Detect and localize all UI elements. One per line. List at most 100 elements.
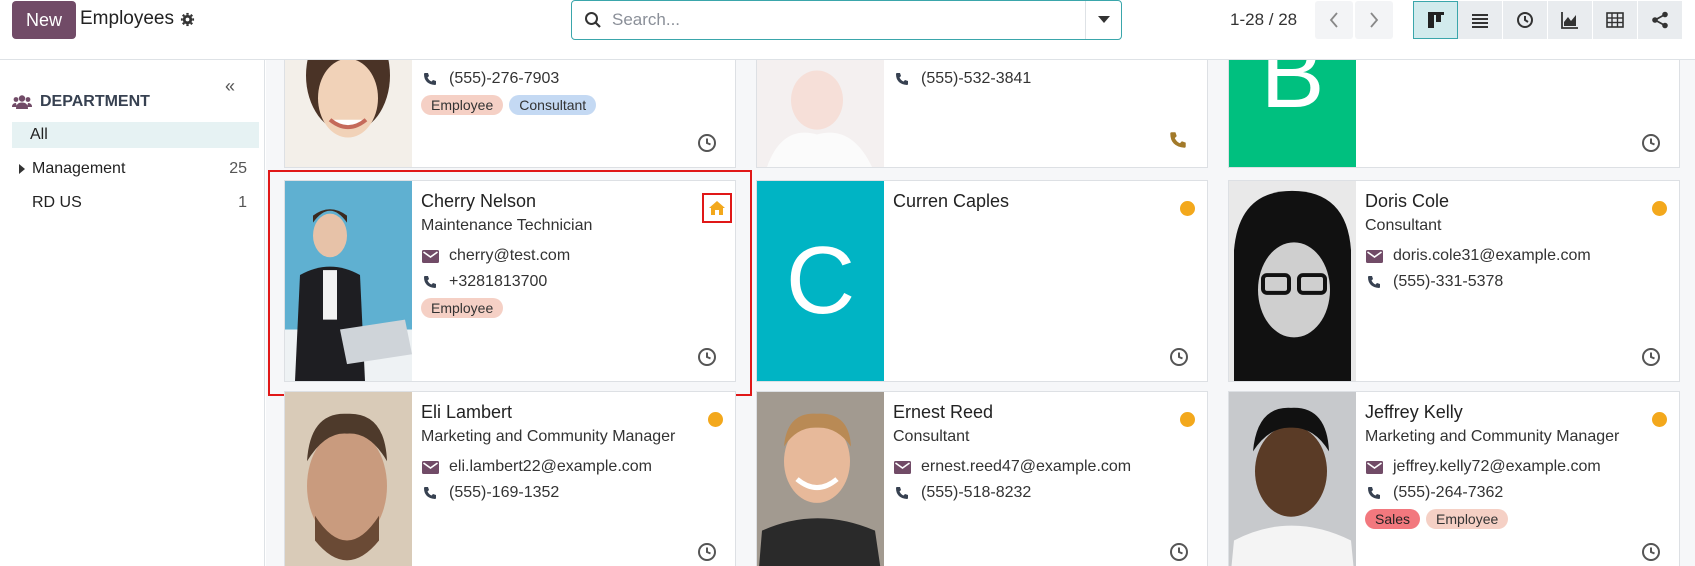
employee-email: doris.cole31@example.com — [1393, 247, 1591, 264]
envelope-icon — [1365, 247, 1383, 265]
activity-clock-icon[interactable] — [1641, 347, 1661, 367]
chevron-left-icon — [1329, 12, 1338, 28]
presence-status-dot — [1180, 412, 1195, 427]
phone-icon — [1365, 484, 1383, 502]
employee-phone: (555)-532-3841 — [921, 70, 1032, 87]
employee-photo — [757, 392, 884, 566]
phone-icon — [421, 484, 439, 502]
breadcrumb: Employees — [80, 8, 195, 30]
phone-row: (555)-169-1352 — [421, 480, 725, 506]
activity-clock-icon[interactable] — [1641, 542, 1661, 562]
employee-card[interactable]: B — [1228, 60, 1680, 168]
sidebar-item-label: RD US — [32, 194, 82, 211]
gear-icon[interactable] — [180, 12, 195, 27]
kanban-icon — [1427, 12, 1444, 28]
avatar-letter: B — [1260, 60, 1325, 128]
employee-name: Doris Cole — [1365, 191, 1450, 211]
control-panel: New Employees 1-28 / 28 — [0, 0, 1695, 60]
users-icon — [12, 95, 32, 109]
phone-row: (555)-276-7903 — [421, 66, 725, 92]
activity-clock-icon[interactable] — [1169, 347, 1189, 367]
search-icon — [585, 12, 601, 28]
sidebar-item-label: All — [30, 126, 48, 143]
caret-right-icon[interactable] — [19, 164, 25, 174]
phone-row: (555)-518-8232 — [893, 480, 1197, 506]
sidebar-item-count: 1 — [238, 194, 247, 211]
sidebar-item-management[interactable]: Management 25 — [12, 156, 259, 182]
view-hierarchy-button[interactable] — [1638, 1, 1683, 39]
tag-consultant: Consultant — [509, 95, 597, 115]
envelope-icon — [893, 458, 911, 476]
employee-card[interactable]: (555)-532-3841 — [756, 60, 1208, 168]
employee-photo — [1229, 392, 1356, 566]
employee-card-doris-cole[interactable]: Doris Cole Consultant doris.cole31@examp… — [1228, 180, 1680, 382]
activity-clock-icon[interactable] — [697, 133, 717, 153]
view-activity-button[interactable] — [1503, 1, 1548, 39]
department-heading: DEPARTMENT — [12, 93, 150, 111]
search-options-toggle[interactable] — [1085, 1, 1121, 39]
view-pivot-button[interactable] — [1593, 1, 1638, 39]
email-row: eli.lambert22@example.com — [421, 454, 725, 480]
employee-name: Jeffrey Kelly — [1365, 402, 1463, 422]
phone-row: (555)-264-7362 — [1365, 480, 1669, 506]
employee-name: Curren Caples — [893, 191, 1010, 211]
phone-icon[interactable] — [1169, 131, 1187, 149]
kanban-view: (555)-276-7903 Employee Consultant (555)… — [266, 60, 1695, 566]
collapse-sidebar-button[interactable]: « — [225, 76, 235, 97]
activity-clock-icon[interactable] — [1641, 133, 1661, 153]
envelope-icon — [1365, 458, 1383, 476]
sidebar-item-rd-us[interactable]: RD US 1 — [12, 190, 259, 216]
pager-next-button[interactable] — [1355, 1, 1393, 39]
list-icon — [1472, 14, 1488, 28]
department-heading-label: DEPARTMENT — [40, 93, 150, 110]
employee-phone: (555)-331-5378 — [1393, 273, 1504, 290]
caret-down-icon — [1097, 16, 1110, 23]
pager-previous-button[interactable] — [1315, 1, 1353, 39]
phone-row: (555)-532-3841 — [893, 66, 1197, 92]
tag-list: Employee Consultant — [421, 95, 725, 115]
phone-row: (555)-331-5378 — [1365, 269, 1669, 295]
employee-card-ernest-reed[interactable]: Ernest Reed Consultant ernest.reed47@exa… — [756, 391, 1208, 566]
presence-status-dot — [708, 412, 723, 427]
search-input[interactable] — [612, 10, 1085, 30]
activity-clock-icon[interactable] — [1169, 542, 1189, 562]
tag-employee: Employee — [1426, 509, 1509, 529]
tag-list: Sales Employee — [1365, 509, 1669, 529]
tag-employee: Employee — [421, 95, 504, 115]
employee-phone: (555)-276-7903 — [449, 70, 560, 87]
share-icon — [1652, 11, 1668, 29]
phone-icon — [893, 484, 911, 502]
area-chart-icon — [1561, 12, 1578, 29]
search-bar — [571, 0, 1122, 40]
employee-photo — [757, 60, 884, 167]
pager-value[interactable]: 1-28 / 28 — [1230, 10, 1297, 30]
employee-card-eli-lambert[interactable]: Eli Lambert Marketing and Community Mana… — [284, 391, 736, 566]
employee-card-curren-caples[interactable]: C Curren Caples — [756, 180, 1208, 382]
phone-icon — [421, 70, 439, 88]
chevron-right-icon — [1370, 12, 1379, 28]
email-row: jeffrey.kelly72@example.com — [1365, 454, 1669, 480]
clock-icon — [1517, 12, 1533, 28]
page-title[interactable]: Employees — [80, 8, 174, 30]
employee-photo — [285, 392, 412, 566]
view-kanban-button[interactable] — [1413, 1, 1458, 39]
sidebar-item-all[interactable]: All — [12, 122, 259, 148]
new-button[interactable]: New — [12, 1, 76, 39]
view-list-button[interactable] — [1458, 1, 1503, 39]
presence-status-dot — [1180, 201, 1195, 216]
department-sidebar: « DEPARTMENT All Management 25 RD US 1 — [0, 60, 265, 566]
employee-name: Eli Lambert — [421, 402, 513, 422]
employee-card[interactable]: (555)-276-7903 Employee Consultant — [284, 60, 736, 168]
email-row: ernest.reed47@example.com — [893, 454, 1197, 480]
employee-phone: (555)-264-7362 — [1393, 484, 1504, 501]
phone-icon — [1365, 273, 1383, 291]
activity-clock-icon[interactable] — [697, 542, 717, 562]
presence-status-dot — [1652, 201, 1667, 216]
envelope-icon — [421, 458, 439, 476]
employee-phone: (555)-518-8232 — [921, 484, 1032, 501]
employee-job-title: Consultant — [1365, 217, 1442, 234]
avatar-letter: C — [785, 227, 856, 334]
sidebar-item-count: 25 — [229, 160, 247, 177]
view-graph-button[interactable] — [1548, 1, 1593, 39]
employee-card-jeffrey-kelly[interactable]: Jeffrey Kelly Marketing and Community Ma… — [1228, 391, 1680, 566]
